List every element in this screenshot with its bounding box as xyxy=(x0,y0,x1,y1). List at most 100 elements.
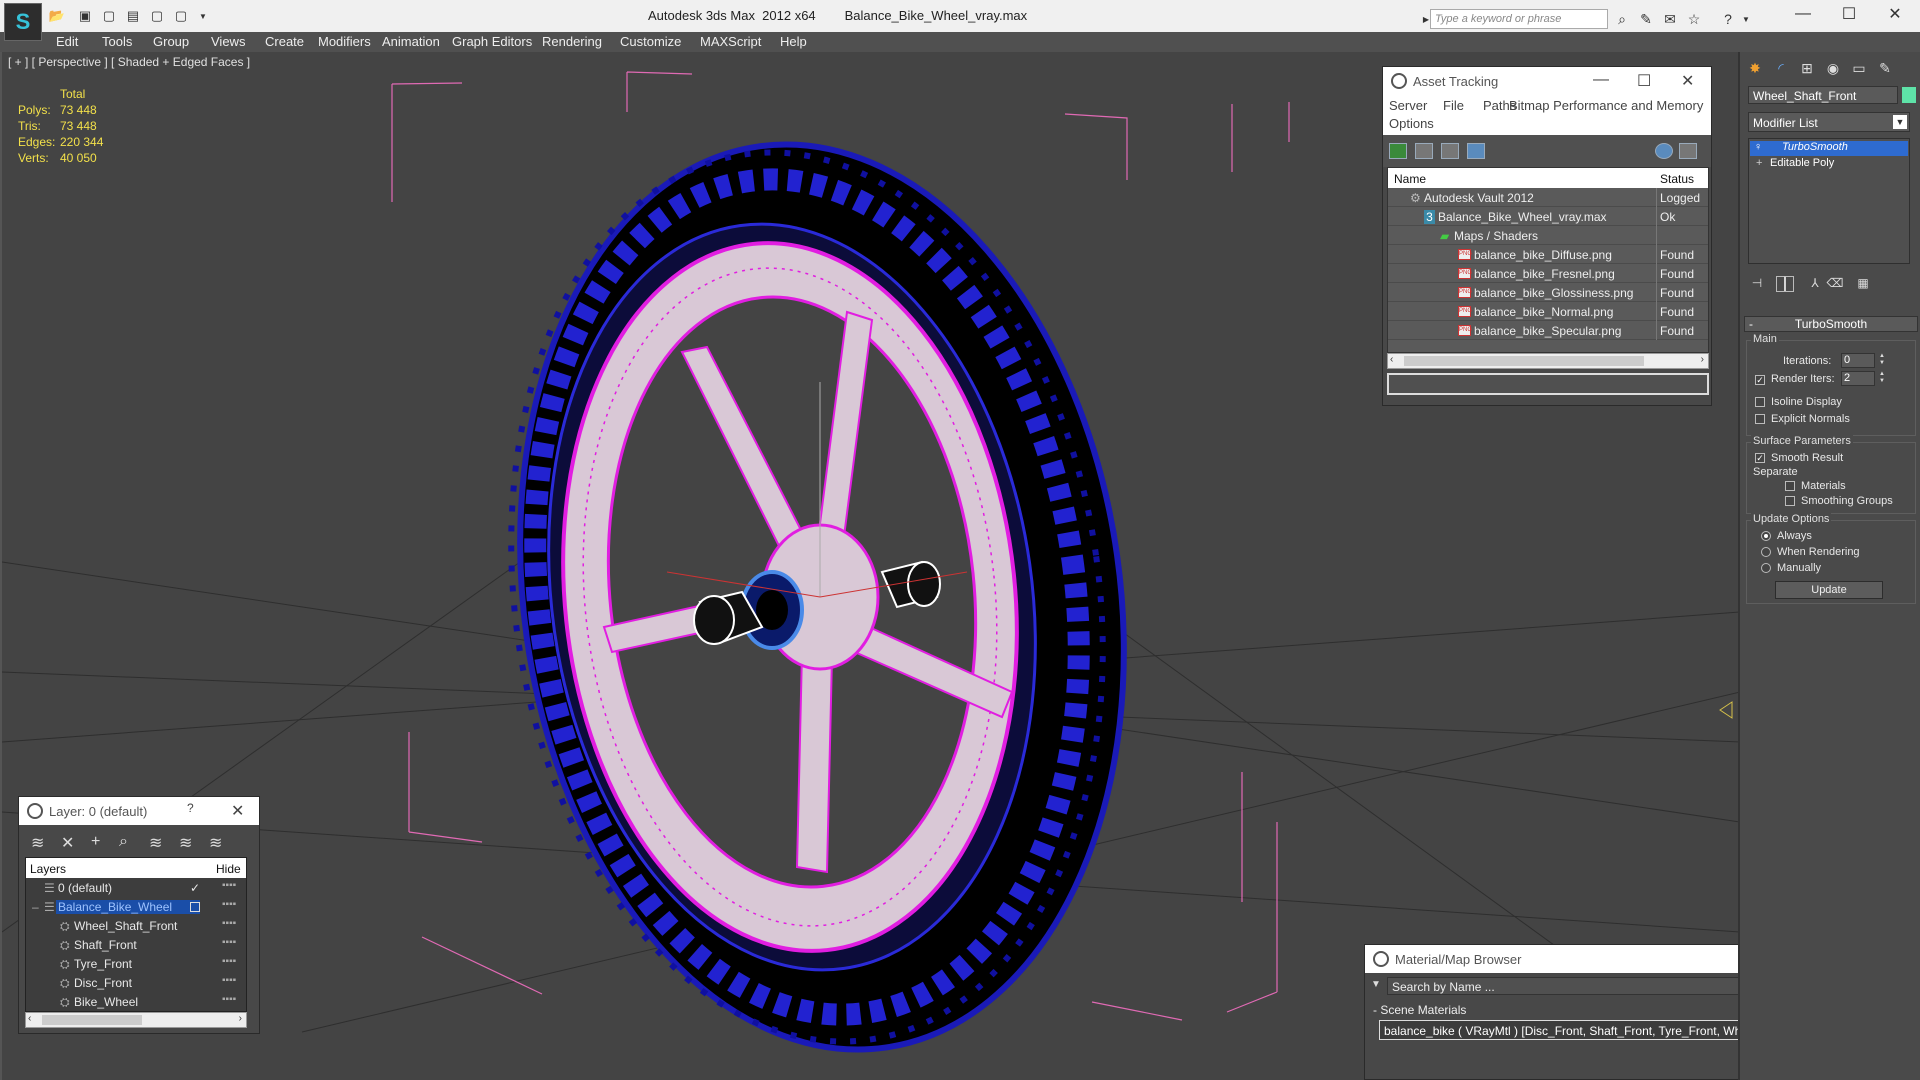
add-to-layer-icon[interactable]: + xyxy=(91,833,100,851)
when-rendering-radio[interactable] xyxy=(1761,547,1771,557)
column-hide[interactable]: Hide xyxy=(216,862,241,876)
column-layers[interactable]: Layers xyxy=(30,862,66,876)
table-row[interactable]: PNG balance_bike_Specular.png Found xyxy=(1388,321,1708,340)
spinner-arrows-icon[interactable]: ▲ ▼ xyxy=(1879,371,1887,386)
expand-icon[interactable]: + xyxy=(1756,157,1762,169)
material-search-input[interactable]: Search by Name ... xyxy=(1387,977,1738,995)
redo-icon[interactable]: ▤ xyxy=(124,8,142,24)
make-unique-icon[interactable]: ⅄ xyxy=(1806,276,1824,292)
column-name[interactable]: Name xyxy=(1394,172,1426,186)
modifier-list-dropdown[interactable]: Modifier List ▼ xyxy=(1748,112,1910,132)
horizontal-scrollbar[interactable]: ‹ › xyxy=(25,1012,247,1028)
modify-tab-icon[interactable]: ◜ xyxy=(1770,58,1792,78)
collapse-icon[interactable]: – xyxy=(32,900,39,914)
table-row[interactable]: PNG balance_bike_Glossiness.png Found xyxy=(1388,283,1708,302)
save-icon[interactable]: ▣ xyxy=(76,8,94,24)
scroll-left-icon[interactable]: ‹ xyxy=(1390,354,1393,365)
create-tab-icon[interactable]: ✸ xyxy=(1744,58,1766,78)
material-browser-titlebar[interactable]: Material/Map Browser ✕ xyxy=(1365,945,1738,973)
layer-row[interactable]: ⛭ Disc_Front ▪▪▪▪ xyxy=(26,973,246,992)
highlight-layer-icon[interactable]: ≋ xyxy=(149,833,162,853)
open-icon[interactable]: 📂 xyxy=(48,8,66,24)
minimize-icon[interactable]: — xyxy=(1780,0,1826,28)
spinner-arrows-icon[interactable]: ▲ ▼ xyxy=(1879,353,1887,368)
show-end-result-icon[interactable]: ┃ xyxy=(1776,276,1794,292)
thumbnail-view-icon[interactable] xyxy=(1441,143,1459,159)
scroll-right-icon[interactable]: › xyxy=(239,1013,242,1024)
menu-help[interactable]: Help xyxy=(780,34,807,49)
binoculars-icon[interactable]: ⌕ xyxy=(1612,9,1632,29)
smooth-result-checkbox[interactable]: ✓ xyxy=(1755,453,1765,463)
table-row[interactable]: PNG balance_bike_Fresnel.png Found xyxy=(1388,264,1708,283)
always-radio[interactable] xyxy=(1761,531,1771,541)
table-row[interactable]: ▰ Maps / Shaders xyxy=(1388,226,1708,245)
menu-bitmap-performance[interactable]: Bitmap Performance and Memory xyxy=(1509,98,1703,113)
wheel-model[interactable] xyxy=(456,105,1181,1080)
minimize-icon[interactable]: — xyxy=(1593,71,1609,89)
iterations-spinner[interactable]: 0 xyxy=(1841,353,1875,368)
layer-row[interactable]: ⛭ Tyre_Front ▪▪▪▪ xyxy=(26,954,246,973)
scroll-right-icon[interactable]: › xyxy=(1701,354,1704,365)
menu-customize[interactable]: Customize xyxy=(620,34,681,49)
utilities-tab-icon[interactable]: ✎ xyxy=(1874,58,1896,78)
asset-tracking-titlebar[interactable]: Asset Tracking — ☐ ✕ xyxy=(1383,67,1711,95)
menu-file[interactable]: File xyxy=(1443,98,1464,113)
table-row[interactable]: PNG balance_bike_Normal.png Found xyxy=(1388,302,1708,321)
horizontal-scrollbar[interactable]: ‹ › xyxy=(1387,353,1709,369)
stack-item-editable-poly[interactable]: + Editable Poly xyxy=(1750,157,1908,172)
help-icon[interactable] xyxy=(1655,143,1673,159)
menu-rendering[interactable]: Rendering xyxy=(542,34,602,49)
close-icon[interactable]: ✕ xyxy=(231,801,244,821)
menu-animation[interactable]: Animation xyxy=(382,34,440,49)
layer-row[interactable]: ⛭ Wheel_Shaft_Front ▪▪▪▪ xyxy=(26,916,246,935)
active-layer-checkbox[interactable] xyxy=(190,902,200,912)
favorites-star-icon[interactable]: ☆ xyxy=(1684,9,1704,29)
scrollbar-thumb[interactable] xyxy=(1404,356,1644,366)
help-dropdown-icon[interactable]: ▼ xyxy=(1736,9,1756,29)
isoline-display-checkbox[interactable] xyxy=(1755,397,1765,407)
motion-tab-icon[interactable]: ◉ xyxy=(1822,58,1844,78)
menu-graph-editors[interactable]: Graph Editors xyxy=(452,34,532,49)
materials-checkbox[interactable] xyxy=(1785,481,1795,491)
table-row[interactable]: PNG balance_bike_Diffuse.png Found xyxy=(1388,245,1708,264)
refresh-icon[interactable] xyxy=(1389,143,1407,159)
menu-maxscript[interactable]: MAXScript xyxy=(700,34,761,49)
smoothing-groups-checkbox[interactable] xyxy=(1785,496,1795,506)
manually-radio[interactable] xyxy=(1761,563,1771,573)
help-icon[interactable]: ? xyxy=(1718,9,1738,29)
menu-edit[interactable]: Edit xyxy=(56,34,78,49)
maximize-icon[interactable]: ☐ xyxy=(1826,0,1872,28)
layer-row[interactable]: ☰ 0 (default) ✓ ▪▪▪▪ xyxy=(26,878,246,897)
hierarchy-tab-icon[interactable]: ⊞ xyxy=(1796,58,1818,78)
object-name-field[interactable]: Wheel_Shaft_Front xyxy=(1748,86,1898,104)
layer-dialog-titlebar[interactable]: Layer: 0 (default) ? ✕ xyxy=(19,797,259,825)
menu-views[interactable]: Views xyxy=(211,34,245,49)
table-row[interactable]: ⚙ Autodesk Vault 2012 Logged xyxy=(1388,188,1708,207)
app-logo-icon[interactable]: S xyxy=(4,3,42,41)
communication-icon[interactable]: ✉ xyxy=(1660,9,1680,29)
menu-tools[interactable]: Tools xyxy=(102,34,132,49)
hide-all-icon[interactable]: ≋ xyxy=(179,833,192,853)
stack-item-turbosmooth[interactable]: ♀ TurboSmooth xyxy=(1750,141,1908,156)
display-tab-icon[interactable]: ▭ xyxy=(1848,58,1870,78)
table-view-icon[interactable] xyxy=(1467,143,1485,159)
menu-create[interactable]: Create xyxy=(265,34,304,49)
menu-server[interactable]: Server xyxy=(1389,98,1427,113)
subscription-icon[interactable]: ✎ xyxy=(1636,9,1656,29)
rollout-header[interactable]: - TurboSmooth xyxy=(1744,316,1918,332)
object-color-swatch[interactable] xyxy=(1902,87,1916,103)
settings-icon[interactable] xyxy=(1679,143,1697,159)
undo-icon[interactable]: ▢ xyxy=(100,8,118,24)
material-item[interactable]: balance_bike ( VRayMtl ) [Disc_Front, Sh… xyxy=(1379,1020,1738,1040)
scroll-left-icon[interactable]: ‹ xyxy=(28,1013,31,1024)
pin-stack-icon[interactable]: ⊣ xyxy=(1748,276,1766,292)
active-layer-check-icon[interactable]: ✓ xyxy=(190,881,200,895)
scrollbar-thumb[interactable] xyxy=(42,1015,142,1025)
freeze-all-icon[interactable]: ≋ xyxy=(209,833,222,853)
close-icon[interactable]: ✕ xyxy=(1872,0,1918,28)
help-icon[interactable]: ? xyxy=(187,801,194,815)
explicit-normals-checkbox[interactable] xyxy=(1755,414,1765,424)
chevron-down-icon[interactable]: ▼ xyxy=(194,8,212,24)
bulb-icon[interactable]: ♀ xyxy=(1754,141,1762,153)
menu-options[interactable]: Options xyxy=(1389,116,1434,131)
